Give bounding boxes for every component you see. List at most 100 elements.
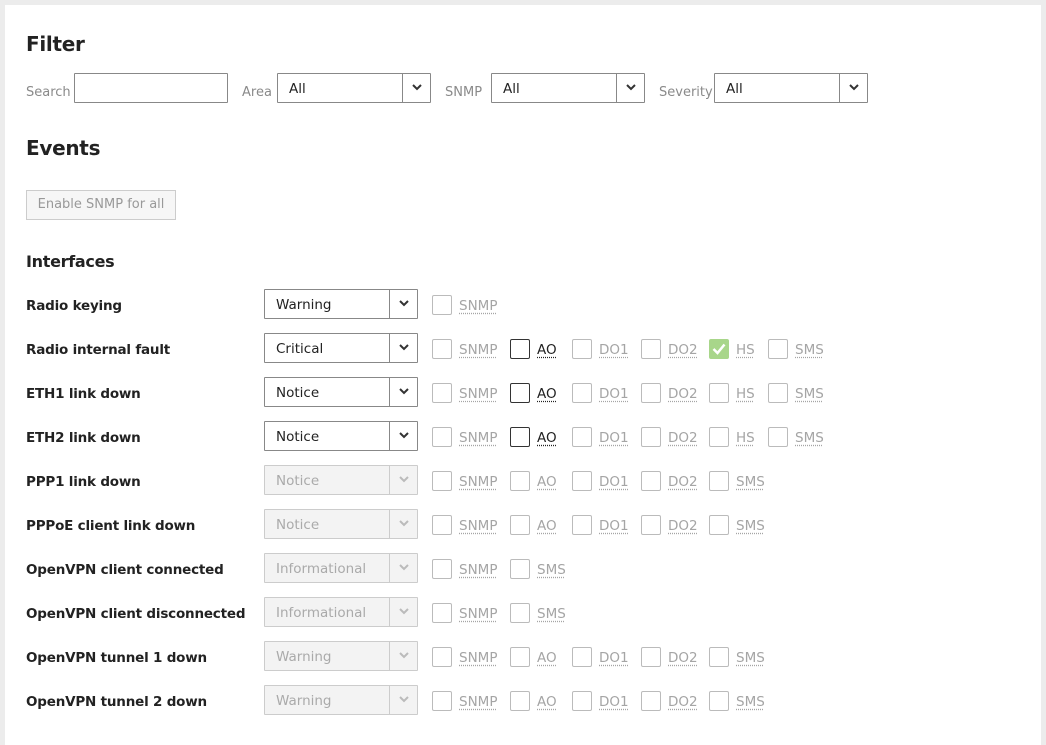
sms-checkbox[interactable] (709, 647, 729, 667)
do1-checkbox-label: DO1 (599, 430, 629, 446)
do2-checkbox[interactable] (641, 339, 661, 359)
chevron-down-icon (389, 422, 417, 450)
snmp-checkbox-label: SNMP (459, 474, 498, 490)
snmp-checkbox[interactable] (432, 559, 452, 579)
severity-select[interactable]: Critical (264, 333, 418, 363)
do1-checkbox[interactable] (572, 383, 592, 403)
area-select[interactable]: All (277, 73, 431, 103)
area-label: Area (242, 85, 272, 100)
ao-checkbox[interactable] (510, 691, 530, 711)
severity-select-value: Warning (276, 649, 332, 665)
snmp-filter-select[interactable]: All (491, 73, 645, 103)
enable-snmp-all-button[interactable]: Enable SNMP for all (26, 190, 176, 220)
snmp-checkbox-label: SNMP (459, 342, 498, 358)
sms-checkbox[interactable] (709, 471, 729, 491)
do1-checkbox[interactable] (572, 339, 592, 359)
hs-checkbox[interactable] (709, 383, 729, 403)
event-label: Radio internal fault (26, 342, 170, 358)
do2-checkbox-label: DO2 (668, 694, 698, 710)
do1-checkbox[interactable] (572, 427, 592, 447)
hs-checkbox-label: HS (736, 342, 755, 358)
severity-select-value: Informational (276, 605, 367, 621)
chevron-down-icon (616, 74, 644, 102)
do1-checkbox[interactable] (572, 647, 592, 667)
do2-checkbox-label: DO2 (668, 342, 698, 358)
severity-select-value: Warning (276, 693, 332, 709)
do1-checkbox[interactable] (572, 515, 592, 535)
do2-checkbox[interactable] (641, 647, 661, 667)
do1-checkbox[interactable] (572, 471, 592, 491)
sms-checkbox[interactable] (709, 691, 729, 711)
do2-checkbox[interactable] (641, 471, 661, 491)
snmp-checkbox[interactable] (432, 339, 452, 359)
ao-checkbox-label: AO (537, 694, 557, 710)
severity-select: Informational (264, 597, 418, 627)
do1-checkbox[interactable] (572, 691, 592, 711)
hs-checkbox[interactable] (709, 427, 729, 447)
sms-checkbox-label: SMS (795, 342, 824, 358)
snmp-checkbox[interactable] (432, 691, 452, 711)
severity-select[interactable]: Warning (264, 289, 418, 319)
snmp-checkbox[interactable] (432, 603, 452, 623)
main-panel: Filter Search Area All SNMP All Severity… (5, 5, 1041, 745)
snmp-checkbox-label: SNMP (459, 562, 498, 578)
hs-checkbox[interactable] (709, 339, 729, 359)
ao-checkbox-label: AO (537, 342, 557, 358)
area-select-value: All (289, 81, 306, 97)
chevron-down-icon (839, 74, 867, 102)
sms-checkbox[interactable] (768, 427, 788, 447)
chevron-down-icon (389, 598, 417, 626)
check-icon (712, 343, 726, 355)
event-label: Radio keying (26, 298, 122, 314)
chevron-down-icon (389, 554, 417, 582)
do1-checkbox-label: DO1 (599, 386, 629, 402)
search-input[interactable] (74, 73, 228, 103)
ao-checkbox[interactable] (510, 339, 530, 359)
severity-select: Warning (264, 641, 418, 671)
severity-select-value: Informational (276, 561, 367, 577)
do2-checkbox-label: DO2 (668, 430, 698, 446)
sms-checkbox[interactable] (510, 603, 530, 623)
severity-select: Notice (264, 465, 418, 495)
snmp-checkbox[interactable] (432, 471, 452, 491)
severity-select-value: Notice (276, 385, 320, 401)
snmp-checkbox[interactable] (432, 383, 452, 403)
do2-checkbox-label: DO2 (668, 386, 698, 402)
do1-checkbox-label: DO1 (599, 474, 629, 490)
ao-checkbox[interactable] (510, 647, 530, 667)
event-label: PPP1 link down (26, 474, 141, 490)
event-label: OpenVPN client connected (26, 562, 224, 578)
snmp-select-value: All (503, 81, 520, 97)
event-label: ETH1 link down (26, 386, 141, 402)
severity-select: Informational (264, 553, 418, 583)
snmp-checkbox[interactable] (432, 295, 452, 315)
do2-checkbox-label: DO2 (668, 518, 698, 534)
snmp-checkbox[interactable] (432, 427, 452, 447)
severity-select-value: Notice (276, 473, 320, 489)
sms-checkbox[interactable] (709, 515, 729, 535)
snmp-checkbox[interactable] (432, 515, 452, 535)
do1-checkbox-label: DO1 (599, 518, 629, 534)
do2-checkbox[interactable] (641, 383, 661, 403)
sms-checkbox[interactable] (768, 383, 788, 403)
do2-checkbox[interactable] (641, 515, 661, 535)
event-label: OpenVPN tunnel 2 down (26, 694, 207, 710)
ao-checkbox[interactable] (510, 427, 530, 447)
event-label: ETH2 link down (26, 430, 141, 446)
filter-title: Filter (26, 32, 85, 56)
severity-select[interactable]: Notice (264, 377, 418, 407)
ao-checkbox[interactable] (510, 515, 530, 535)
ao-checkbox[interactable] (510, 383, 530, 403)
do2-checkbox[interactable] (641, 691, 661, 711)
snmp-checkbox-label: SNMP (459, 694, 498, 710)
severity-select[interactable]: Notice (264, 421, 418, 451)
snmp-checkbox[interactable] (432, 647, 452, 667)
hs-checkbox-label: HS (736, 386, 755, 402)
ao-checkbox[interactable] (510, 471, 530, 491)
severity-filter-select[interactable]: All (714, 73, 868, 103)
sms-checkbox[interactable] (768, 339, 788, 359)
sms-checkbox[interactable] (510, 559, 530, 579)
search-label: Search (26, 85, 71, 100)
do2-checkbox[interactable] (641, 427, 661, 447)
sms-checkbox-label: SMS (736, 518, 765, 534)
